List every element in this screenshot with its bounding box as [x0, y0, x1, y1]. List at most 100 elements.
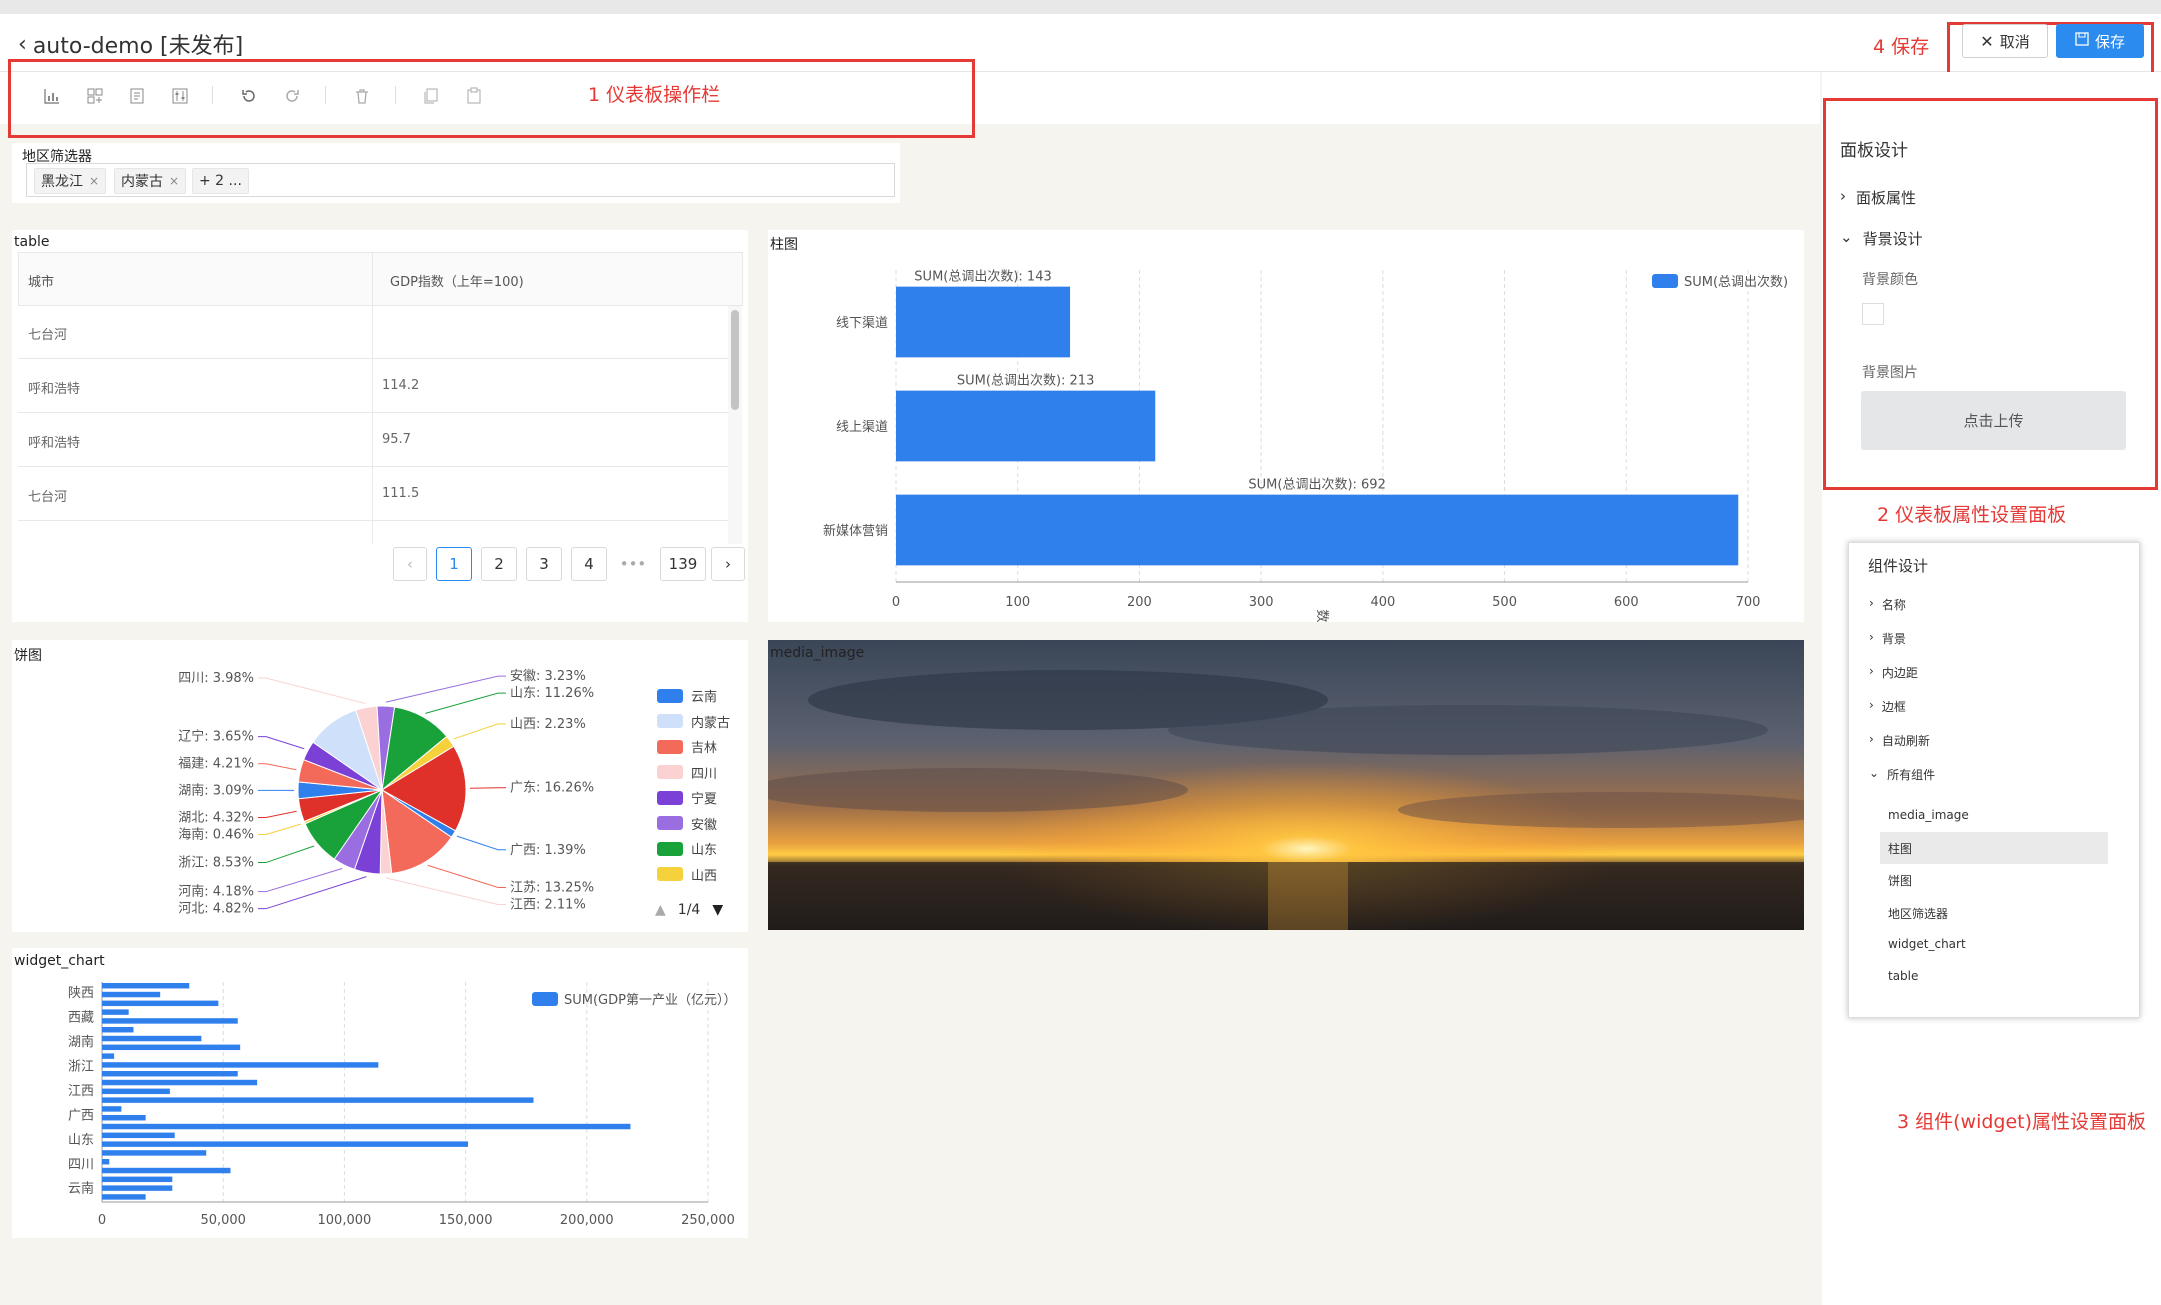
- y-tick-label: 广西: [68, 1108, 94, 1123]
- filter-more-tag[interactable]: + 2 ...: [192, 168, 249, 194]
- page-button[interactable]: 3: [526, 547, 562, 581]
- triangle-up-icon[interactable]: ▲: [655, 902, 666, 918]
- component-item[interactable]: widget_chart: [1888, 937, 1966, 951]
- bg-image-label: 背景图片: [1862, 365, 1918, 381]
- bar: [102, 991, 161, 998]
- component-item[interactable]: 饼图: [1888, 872, 1912, 889]
- slice-label: 河南: 4.18%: [178, 884, 254, 900]
- triangle-down-icon[interactable]: ▼: [712, 902, 723, 918]
- component-item[interactable]: 地区筛选器: [1888, 905, 1948, 922]
- table-cell: 七台河: [28, 490, 68, 505]
- close-icon[interactable]: ×: [169, 174, 179, 188]
- legend-label: 四川: [691, 766, 718, 782]
- section-name[interactable]: › 名称: [1869, 596, 1906, 613]
- bg-design-section[interactable]: ⌄ 背景设计: [1840, 228, 1923, 249]
- upload-label: 点击上传: [1963, 412, 2024, 430]
- filter-tag[interactable]: 内蒙古 ×: [114, 168, 187, 194]
- bar: [102, 1115, 146, 1121]
- prev-page-button[interactable]: ‹: [393, 547, 427, 581]
- legend-item[interactable]: 内蒙古: [657, 709, 747, 735]
- widget-panel-annotation: 3 组件(widget)属性设置面板: [1897, 1111, 2147, 1133]
- component-item[interactable]: media_image: [1888, 808, 1969, 822]
- legend-item[interactable]: 吉林: [657, 734, 747, 760]
- bar: [102, 1150, 207, 1156]
- y-tick-label: 西藏: [68, 1011, 94, 1026]
- page-button[interactable]: 4: [571, 547, 607, 581]
- page-button[interactable]: 1: [436, 547, 472, 581]
- y-tick-label: 云南: [68, 1181, 94, 1197]
- legend-label: 山西: [691, 868, 718, 884]
- toolbar-annotation: 1 仪表板操作栏: [588, 84, 721, 106]
- component-item[interactable]: 柱图: [1888, 840, 1912, 857]
- section-background[interactable]: › 背景: [1869, 630, 1906, 647]
- legend-item[interactable]: 安徽: [657, 811, 747, 837]
- chevron-left-icon[interactable]: ‹: [18, 32, 27, 57]
- page-ellipsis[interactable]: •••: [614, 547, 652, 581]
- slice-label: 福建: 4.21%: [178, 757, 254, 772]
- section-label: 背景设计: [1862, 230, 1923, 248]
- table-cell: 呼和浩特: [28, 436, 81, 451]
- page-button[interactable]: 2: [481, 547, 517, 581]
- section-border[interactable]: › 边框: [1869, 698, 1906, 715]
- cancel-button[interactable]: ✕ 取消: [1962, 24, 2048, 58]
- chevron-right-icon: ›: [1869, 732, 1874, 746]
- back-title[interactable]: ‹ auto-demo [未发布]: [18, 28, 243, 60]
- legend-item[interactable]: 云南: [657, 683, 747, 709]
- legend-item[interactable]: 山西: [657, 862, 747, 888]
- x-tick-label: 100: [1005, 595, 1030, 610]
- table-title: table: [14, 234, 50, 250]
- page-button[interactable]: 139: [660, 547, 706, 581]
- save-button[interactable]: 保存: [2056, 24, 2144, 58]
- sunset-image: [768, 640, 1804, 930]
- y-tick-label: 山东: [68, 1133, 94, 1148]
- chevron-down-icon: ⌄: [1869, 766, 1880, 780]
- leader-line: [258, 677, 366, 705]
- x-tick-label: 250,000: [681, 1213, 735, 1228]
- slice-label: 江苏: 13.25%: [510, 880, 594, 896]
- legend-label: 内蒙古: [691, 715, 731, 731]
- legend-page-text: 1/4: [677, 902, 701, 918]
- legend-item[interactable]: 宁夏: [657, 785, 747, 811]
- bar-chart: 0 100 200 300 400 500 600 700 线下渠道 SUM(总调出次数): 14…: [823, 269, 1788, 622]
- legend-swatch: [657, 816, 683, 831]
- filter-tag[interactable]: 黑龙江 ×: [34, 168, 107, 194]
- chevron-right-icon: ›: [1869, 596, 1874, 610]
- chevron-right-icon: ›: [1840, 187, 1846, 205]
- media-image-widget: [768, 640, 1804, 930]
- legend-label: 山东: [691, 843, 718, 859]
- bar: [102, 1044, 241, 1051]
- legend-label: SUM(总调出次数): [1684, 274, 1788, 290]
- section-all-components[interactable]: ⌄ 所有组件: [1869, 766, 1935, 783]
- upload-button[interactable]: 点击上传: [1861, 391, 2126, 450]
- section-padding[interactable]: › 内边距: [1869, 664, 1918, 681]
- data-label: SUM(总调出次数): 692: [1248, 477, 1385, 493]
- chevron-right-icon: ›: [1869, 698, 1874, 712]
- section-label: 背景: [1881, 632, 1906, 646]
- y-tick-label: 湖南: [68, 1034, 94, 1050]
- section-label: 边框: [1881, 700, 1906, 714]
- slice-label: 广东: 16.26%: [510, 781, 594, 796]
- table-cell: 七台河: [28, 328, 68, 343]
- bg-color-swatch[interactable]: [1862, 303, 1884, 325]
- bar: [102, 1035, 202, 1042]
- y-tick-label: 四川: [68, 1157, 94, 1172]
- leader-line: [386, 877, 506, 906]
- close-icon[interactable]: ×: [89, 174, 99, 188]
- next-page-button[interactable]: ›: [711, 547, 745, 581]
- legend-swatch: [657, 714, 683, 729]
- leader-line: [258, 823, 302, 836]
- bar: [102, 1018, 238, 1024]
- legend-item[interactable]: 四川: [657, 760, 747, 786]
- component-item[interactable]: table: [1888, 969, 1918, 983]
- legend-item[interactable]: 山东: [657, 836, 747, 862]
- panel-props-section[interactable]: › 面板属性: [1840, 187, 1916, 208]
- x-tick-label: 150,000: [439, 1213, 493, 1228]
- bar: [102, 1167, 231, 1174]
- x-tick-label: 700: [1736, 595, 1761, 610]
- image-widget-title: media_image: [770, 645, 865, 661]
- bar: [102, 1194, 146, 1200]
- scrollbar-thumb[interactable]: [731, 310, 739, 410]
- leader-line: [385, 675, 506, 703]
- section-auto-refresh[interactable]: › 自动刷新: [1869, 732, 1930, 749]
- chevron-right-icon: ›: [1869, 664, 1874, 678]
